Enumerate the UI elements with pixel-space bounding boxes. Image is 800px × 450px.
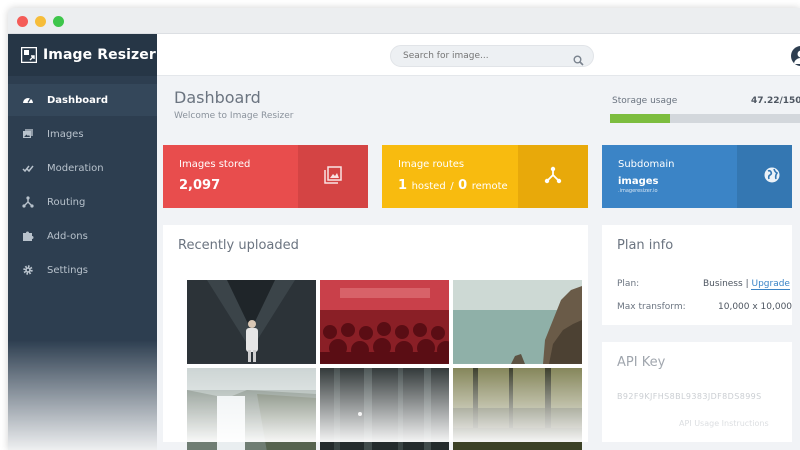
image-routes-card[interactable]: Image routes 1 hosted / 0 remote — [382, 145, 588, 208]
card-icon-area — [518, 145, 588, 208]
card-icon-area — [298, 145, 368, 208]
api-key-value[interactable]: B92F9KJFHS8BL9383JDF8DS899S — [617, 392, 762, 401]
puzzle-icon — [22, 230, 34, 242]
search-input[interactable] — [403, 49, 563, 63]
images-icon — [22, 128, 34, 140]
plan-value: Business — [703, 279, 743, 289]
page-header: Dashboard Welcome to Image Resizer Stora… — [157, 76, 800, 136]
window-titlebar — [8, 8, 800, 34]
sidebar-item-label: Images — [47, 128, 84, 140]
thumbnail-dark-forest[interactable] — [320, 368, 449, 450]
routing-icon — [544, 166, 562, 188]
maximize-window-button[interactable] — [53, 16, 64, 27]
card-value: images — [618, 176, 659, 187]
panel-title: Plan info — [617, 238, 674, 253]
close-window-button[interactable] — [17, 16, 28, 27]
storage-usage-value: 47.22/150 — [751, 96, 800, 106]
subdomain-host: .imageresizer.io — [618, 188, 658, 194]
upgrade-link[interactable]: Upgrade — [751, 279, 790, 290]
page-subtitle: Welcome to Image Resizer — [174, 111, 294, 121]
plan-separator: | — [745, 279, 749, 289]
storage-usage-label: Storage usage — [612, 96, 678, 106]
plan-info-panel: Plan info Plan: Business | Upgrade Max t… — [602, 225, 792, 325]
subdomain-card[interactable]: Subdomain images .imageresizer.io — [602, 145, 792, 208]
routes-separator: / — [450, 181, 454, 192]
sidebar-item-images[interactable]: Images — [8, 118, 157, 150]
sidebar-item-label: Moderation — [47, 162, 104, 174]
panel-title: API Key — [617, 355, 666, 370]
remote-label: remote — [471, 181, 508, 192]
sidebar-item-add-ons[interactable]: Add-ons — [8, 220, 157, 252]
sidebar-fade — [8, 340, 157, 450]
minimize-window-button[interactable] — [35, 16, 46, 27]
max-transform-value: 10,000 x 10,000 — [718, 302, 793, 312]
thumbnail-concert-crowd[interactable] — [320, 280, 449, 364]
thumbnail-waterfall[interactable] — [187, 368, 316, 450]
plan-value-row: Business | Upgrade — [703, 279, 790, 290]
sidebar-item-settings[interactable]: Settings — [8, 254, 157, 286]
routing-icon — [22, 196, 34, 208]
remote-count: 0 — [458, 178, 468, 193]
storage-progress-bar — [610, 114, 800, 123]
brand[interactable]: Image Resizer — [8, 34, 157, 76]
sidebar-item-routing[interactable]: Routing — [8, 186, 157, 218]
thumbnail-concert-performer[interactable] — [187, 280, 316, 364]
search-icon[interactable] — [573, 51, 584, 66]
resize-logo-icon — [21, 47, 37, 63]
recently-uploaded-panel: Recently uploaded — [163, 225, 588, 450]
search-box — [390, 45, 594, 67]
gear-icon — [22, 264, 34, 276]
image-gallery-icon — [324, 165, 342, 188]
topbar — [157, 34, 800, 76]
images-stored-card[interactable]: Images stored 2,097 — [163, 145, 368, 208]
page-title: Dashboard — [174, 88, 261, 107]
card-label: Subdomain — [618, 159, 675, 170]
app-name: Image Resizer — [43, 47, 156, 63]
sidebar-item-label: Dashboard — [47, 94, 108, 106]
panel-title: Recently uploaded — [178, 238, 299, 253]
max-transform-label: Max transform: — [617, 302, 686, 312]
sidebar-item-label: Add-ons — [47, 230, 88, 242]
hosted-label: hosted — [411, 181, 446, 192]
thumbnail-forest-light[interactable] — [453, 368, 582, 450]
card-icon-area — [737, 145, 792, 208]
plan-label: Plan: — [617, 279, 640, 289]
card-value: 1 hosted / 0 remote — [398, 178, 508, 193]
sidebar-item-label: Routing — [47, 196, 86, 208]
storage-progress-fill — [610, 114, 670, 123]
avatar[interactable] — [791, 46, 800, 66]
sidebar: Image Resizer Dashboard Images Moderatio… — [8, 34, 157, 450]
sidebar-item-moderation[interactable]: Moderation — [8, 152, 157, 184]
moderation-icon — [22, 162, 34, 174]
dashboard-icon — [22, 94, 34, 106]
card-label: Images stored — [179, 159, 251, 170]
card-value: 2,097 — [179, 178, 221, 193]
globe-icon — [763, 166, 781, 188]
thumbnail-sea-cliff[interactable] — [453, 280, 582, 364]
sidebar-item-dashboard[interactable]: Dashboard — [8, 84, 157, 116]
api-key-panel: API Key B92F9KJFHS8BL9383JDF8DS899S API … — [602, 342, 792, 442]
sidebar-item-label: Settings — [47, 264, 89, 276]
card-label: Image routes — [398, 159, 465, 170]
hosted-count: 1 — [398, 178, 408, 193]
api-instructions-link[interactable]: API Usage Instructions — [679, 419, 769, 428]
